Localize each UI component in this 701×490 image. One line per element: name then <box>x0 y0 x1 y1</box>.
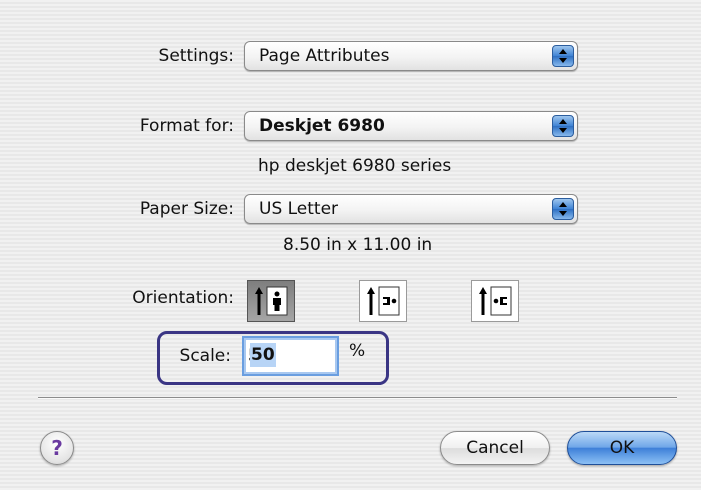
printer-description: hp deskjet 6980 series <box>258 156 452 176</box>
settings-label: Settings: <box>158 46 234 66</box>
cancel-button[interactable]: Cancel <box>440 431 550 465</box>
orientation-landscape-right-button[interactable] <box>471 280 519 322</box>
orientation-label: Orientation: <box>132 288 234 308</box>
orientation-landscape-left-button[interactable] <box>359 280 407 322</box>
popup-arrows-icon <box>552 45 574 67</box>
format-for-popup-value: Deskjet 6980 <box>259 116 385 136</box>
settings-popup-value: Page Attributes <box>259 46 390 66</box>
landscape-left-icon <box>367 286 400 316</box>
popup-arrows-icon <box>552 198 574 220</box>
popup-arrows-icon <box>552 115 574 137</box>
paper-size-label: Paper Size: <box>139 199 234 219</box>
ok-button[interactable]: OK <box>567 431 677 465</box>
portrait-icon <box>255 286 288 316</box>
separator <box>38 397 677 399</box>
format-for-label: Format for: <box>139 116 234 136</box>
page-setup-dialog: Settings: Page Attributes Format for: De… <box>0 0 701 490</box>
scale-unit: % <box>349 341 366 361</box>
landscape-right-icon <box>479 286 512 316</box>
scale-label: Scale: <box>179 346 231 366</box>
orientation-portrait-button[interactable] <box>247 280 295 322</box>
paper-size-popup[interactable]: US Letter <box>244 194 578 224</box>
format-for-popup[interactable]: Deskjet 6980 <box>244 111 578 141</box>
settings-popup[interactable]: Page Attributes <box>244 41 578 71</box>
paper-dimensions: 8.50 in x 11.00 in <box>283 235 433 255</box>
help-button[interactable]: ? <box>40 431 74 465</box>
paper-size-popup-value: US Letter <box>259 199 339 219</box>
scale-input-value: 50 <box>250 343 276 367</box>
